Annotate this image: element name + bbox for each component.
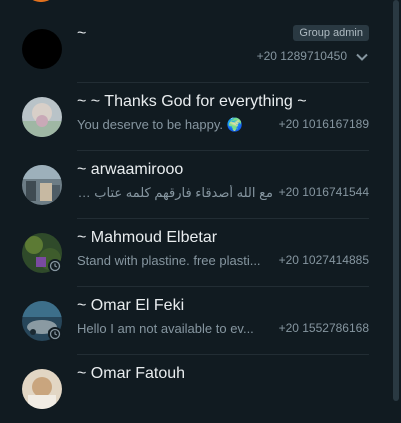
- chevron-down-icon[interactable]: [355, 50, 369, 64]
- member-status-text: You deserve to be happy. 🌍: [77, 117, 243, 132]
- list-item[interactable]: ~ Omar El Feki Hello I am not available …: [0, 287, 391, 355]
- member-phone: +20 1016741544: [278, 185, 369, 199]
- member-name: ~: [77, 25, 87, 42]
- list-item[interactable]: ~ Omar Fatouh: [0, 355, 391, 423]
- avatar: [22, 165, 62, 205]
- member-name: ~ ~ Thanks God for everything ~: [77, 93, 307, 110]
- group-members-list: ~ Group admin +20 1289710450 ~ ~ Thanks …: [0, 0, 391, 423]
- member-status-text: Stand with plastine. free plasti...: [77, 253, 261, 268]
- list-item[interactable]: ~ Group admin +20 1289710450: [0, 15, 391, 83]
- member-phone: +20 1289710450: [256, 49, 347, 63]
- status-ring-icon: [48, 259, 62, 273]
- member-name: ~ arwaamirooo: [77, 161, 184, 178]
- member-phone: +20 1027414885: [278, 253, 369, 267]
- list-item[interactable]: ~ Mahmoud Elbetar Stand with plastine. f…: [0, 219, 391, 287]
- member-phone: +20 1552786168: [278, 321, 369, 335]
- avatar: [22, 29, 62, 69]
- list-item[interactable]: ~ ~ Thanks God for everything ~ You dese…: [0, 83, 391, 151]
- avatar: [22, 369, 62, 409]
- list-item[interactable]: ~ arwaamirooo مع الله أصدقاء فارقهم كلمه…: [0, 151, 391, 219]
- status-ring-icon: [48, 327, 62, 341]
- scrollbar-thumb[interactable]: [393, 0, 399, 401]
- avatar: [22, 97, 62, 137]
- member-name: ~ Omar Fatouh: [77, 365, 186, 382]
- member-status-text: مع الله أصدقاء فارقهم كلمه عتاب 💫: [77, 185, 273, 200]
- member-status-text: Hello I am not available to ev...: [77, 321, 254, 336]
- member-name: ~ Omar El Feki: [77, 297, 185, 314]
- scrollbar[interactable]: [391, 0, 401, 401]
- member-name: ~ Mahmoud Elbetar: [77, 229, 218, 246]
- member-phone: +20 1016167189: [278, 117, 369, 131]
- group-admin-badge: Group admin: [293, 25, 369, 41]
